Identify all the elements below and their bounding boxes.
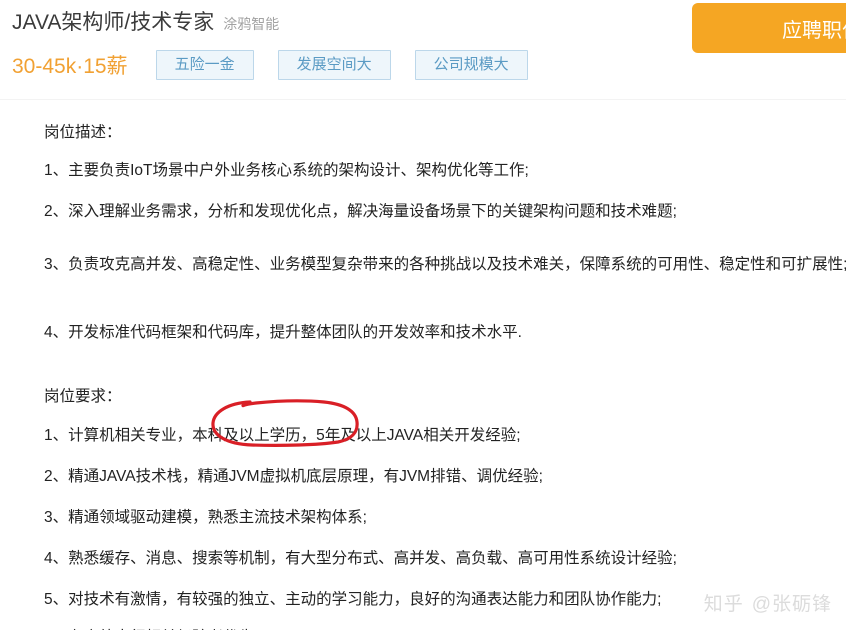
job-detail-content: 岗位描述： 1、主要负责IoT场景中户外业务核心系统的架构设计、架构优化等工作;… (0, 101, 846, 630)
watermark-logo: 知乎 (703, 594, 744, 615)
requirements-item-4: 4、熟悉缓存、消息、搜索等机制，有大型分布式、高并发、高负载、高可用性系统设计经… (44, 550, 677, 567)
description-item-3: 3、负责攻克高并发、高稳定性、业务模型复杂带来的各种挑战以及技术难关，保障系统的… (44, 256, 846, 273)
requirements-item-3: 3、精通领域驱动建模，熟悉主流技术架构体系; (44, 509, 367, 526)
requirements-heading: 岗位要求： (44, 388, 122, 405)
benefit-tag-company-size[interactable]: 公司规模大 (414, 50, 528, 80)
watermark-handle: @张砺锋 (751, 594, 832, 615)
description-item-4: 4、开发标准代码框架和代码库，提升整体团队的开发效率和技术水平. (44, 324, 522, 341)
benefit-tag-growth[interactable]: 发展空间大 (277, 50, 391, 80)
job-header: JAVA架构师/技术专家 涂鸦智能 30-45k·15薪 五险一金 发展空间大 … (0, 0, 846, 100)
description-item-1: 1、主要负责IoT场景中户外业务核心系统的架构设计、架构优化等工作; (44, 162, 529, 179)
company-name[interactable]: 涂鸦智能 (223, 14, 279, 34)
job-meta-row: 30-45k·15薪 五险一金 发展空间大 公司规模大 (12, 50, 528, 80)
header-divider (0, 99, 846, 100)
apply-button[interactable]: 应聘职位 (692, 3, 846, 53)
requirements-item-5: 5、对技术有激情，有较强的独立、主动的学习能力，良好的沟通表达能力和团队协作能力… (44, 591, 662, 608)
page-title: JAVA架构师/技术专家 (12, 11, 215, 34)
benefit-tag-insurance[interactable]: 五险一金 (155, 50, 254, 80)
watermark: 知乎 @张砺锋 (704, 589, 832, 616)
description-heading: 岗位描述： (44, 124, 122, 141)
requirements-item-1: 1、计算机相关专业，本科及以上学历，5年及以上JAVA相关开发经验; (44, 427, 521, 444)
description-item-2: 2、深入理解业务需求，分析和发现优化点，解决海量设备场景下的关键架构问题和技术难… (44, 203, 677, 220)
title-row: JAVA架构师/技术专家 涂鸦智能 (12, 6, 279, 36)
requirements-item-2: 2、精通JAVA技术栈，精通JVM虚拟机底层原理，有JVM排错、调优经验; (44, 468, 543, 485)
salary-text: 30-45k·15薪 (12, 55, 128, 78)
